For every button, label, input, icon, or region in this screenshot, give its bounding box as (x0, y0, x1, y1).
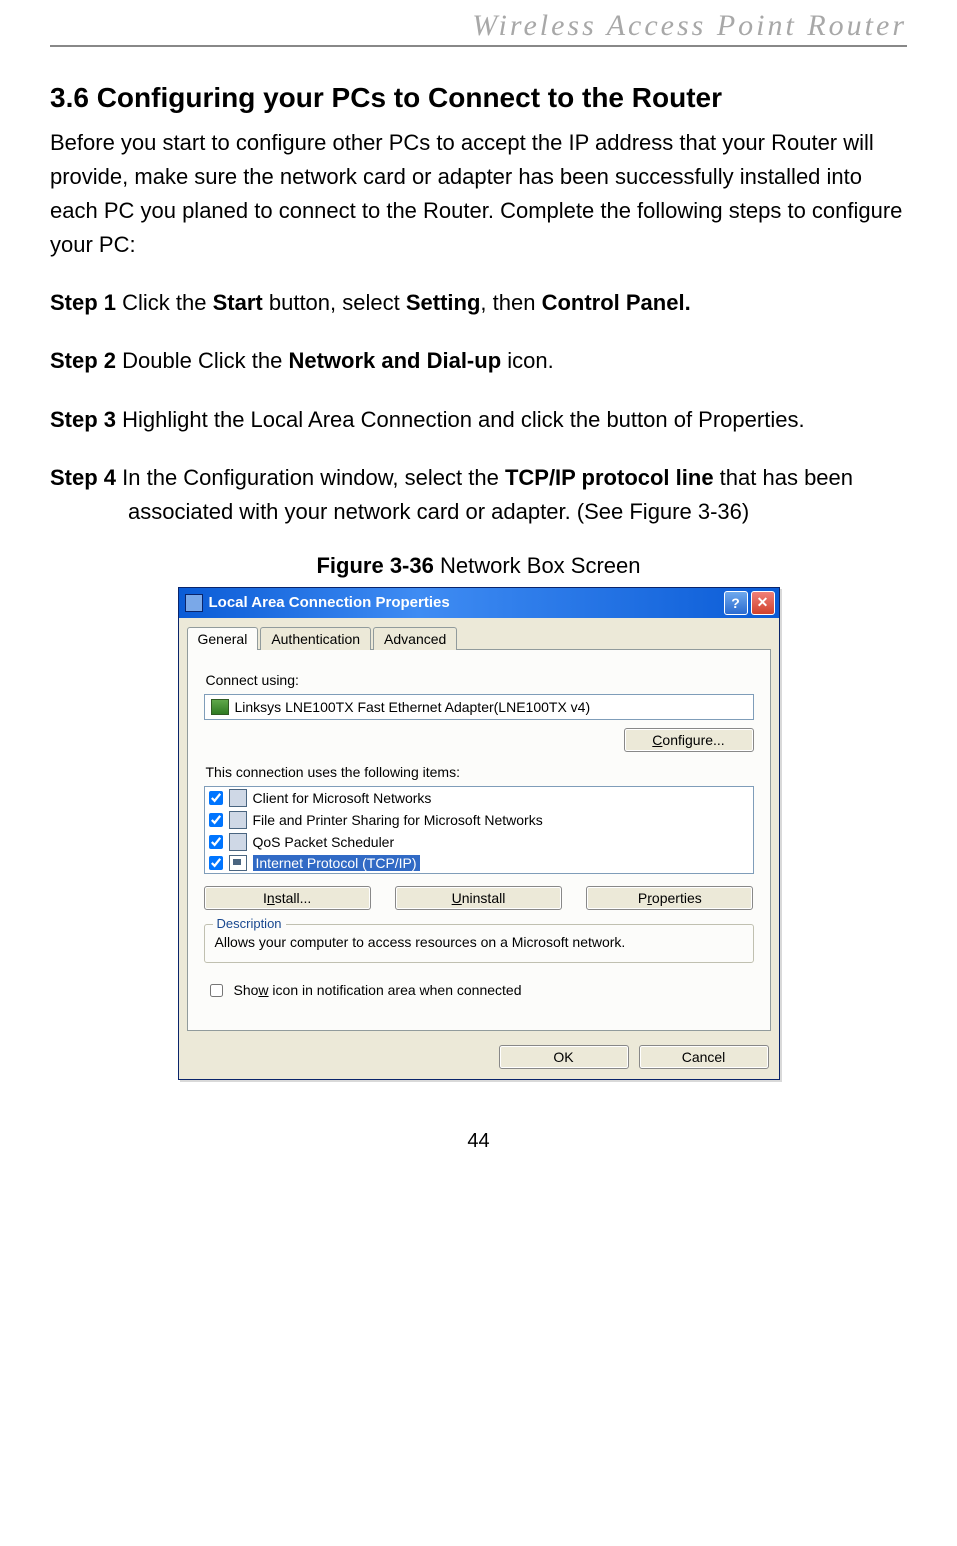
list-item-selected[interactable]: Internet Protocol (TCP/IP) (205, 853, 753, 873)
list-item[interactable]: File and Printer Sharing for Microsoft N… (205, 809, 753, 831)
adapter-name: Linksys LNE100TX Fast Ethernet Adapter(L… (235, 699, 591, 715)
step-1-bold-setting: Setting (406, 290, 481, 315)
tab-advanced[interactable]: Advanced (373, 627, 457, 650)
step-3-label: Step 3 (50, 407, 116, 432)
running-header: Wireless Access Point Router (50, 6, 907, 47)
step-2: Step 2 Double Click the Network and Dial… (50, 344, 907, 378)
description-legend: Description (213, 916, 286, 931)
show-icon-checkbox[interactable] (210, 984, 223, 997)
step-1: Step 1 Click the Start button, select Se… (50, 286, 907, 320)
page-number: 44 (50, 1130, 907, 1153)
tab-general[interactable]: General (187, 627, 259, 650)
description-group: Description Allows your computer to acce… (204, 924, 754, 963)
step-4-bold: TCP/IP protocol line (505, 465, 714, 490)
service-icon (229, 833, 247, 851)
step-1-text-b: button, select (263, 290, 406, 315)
step-1-bold-cp: Control Panel. (542, 290, 691, 315)
figure-caption: Figure 3-36 Network Box Screen (50, 553, 907, 579)
step-2-label: Step 2 (50, 348, 116, 373)
tab-panel-general: Connect using: Linksys LNE100TX Fast Eth… (187, 649, 771, 1031)
step-3: Step 3 Highlight the Local Area Connecti… (50, 403, 907, 437)
item-checkbox[interactable] (209, 813, 223, 827)
item-label: QoS Packet Scheduler (253, 834, 395, 850)
client-icon (229, 789, 247, 807)
show-icon-label: Show icon in notification area when conn… (234, 982, 522, 998)
tab-strip: General Authentication Advanced (179, 618, 779, 649)
service-icon (229, 811, 247, 829)
item-checkbox[interactable] (209, 856, 223, 870)
item-checkbox[interactable] (209, 835, 223, 849)
step-2-text-a: Double Click the (116, 348, 288, 373)
uninstall-button[interactable]: UninstallUninstall (395, 886, 562, 910)
help-icon[interactable]: ? (724, 591, 748, 615)
close-icon[interactable]: ✕ (751, 591, 775, 615)
configure-button[interactable]: CConfigure...onfigure... (624, 728, 754, 752)
connection-items-list[interactable]: Client for Microsoft Networks File and P… (204, 786, 754, 874)
figure-label: Figure 3-36 (316, 553, 433, 578)
dialog-footer: OK Cancel (179, 1039, 779, 1079)
item-label: File and Printer Sharing for Microsoft N… (253, 812, 543, 828)
item-label: Internet Protocol (TCP/IP) (253, 855, 420, 871)
properties-button[interactable]: PropertiesProperties (586, 886, 753, 910)
show-icon-row[interactable]: Show icon in notification area when conn… (204, 977, 754, 1018)
figure-title: Network Box Screen (434, 553, 641, 578)
step-4-text-a: In the Configuration window, select the (116, 465, 505, 490)
items-label: This connection uses the following items… (206, 764, 754, 780)
install-button[interactable]: Install...Install... (204, 886, 371, 910)
adapter-field[interactable]: Linksys LNE100TX Fast Ethernet Adapter(L… (204, 694, 754, 720)
intro-paragraph: Before you start to configure other PCs … (50, 126, 907, 262)
list-item[interactable]: QoS Packet Scheduler (205, 831, 753, 853)
step-3-text: Highlight the Local Area Connection and … (116, 407, 805, 432)
description-text: Allows your computer to access resources… (215, 933, 743, 952)
item-checkbox[interactable] (209, 791, 223, 805)
step-1-label: Step 1 (50, 290, 116, 315)
step-2-text-b: icon. (501, 348, 554, 373)
ok-button[interactable]: OK (499, 1045, 629, 1069)
titlebar[interactable]: Local Area Connection Properties ? ✕ (179, 588, 779, 618)
step-1-text-a: Click the (116, 290, 213, 315)
step-4: Step 4 In the Configuration window, sele… (50, 461, 907, 529)
window-icon (185, 594, 203, 612)
list-item[interactable]: Client for Microsoft Networks (205, 787, 753, 809)
connect-using-label: Connect using: (206, 672, 754, 688)
item-label: Client for Microsoft Networks (253, 790, 432, 806)
step-2-bold: Network and Dial-up (288, 348, 501, 373)
protocol-icon (229, 855, 247, 871)
section-heading: 3.6 Configuring your PCs to Connect to t… (50, 82, 907, 114)
tab-authentication[interactable]: Authentication (260, 627, 371, 650)
connection-properties-dialog: Local Area Connection Properties ? ✕ Gen… (178, 587, 780, 1080)
nic-icon (211, 699, 229, 715)
step-1-text-c: , then (480, 290, 541, 315)
cancel-button[interactable]: Cancel (639, 1045, 769, 1069)
step-1-bold-start: Start (213, 290, 263, 315)
step-4-label: Step 4 (50, 465, 116, 490)
window-title: Local Area Connection Properties (209, 594, 721, 611)
